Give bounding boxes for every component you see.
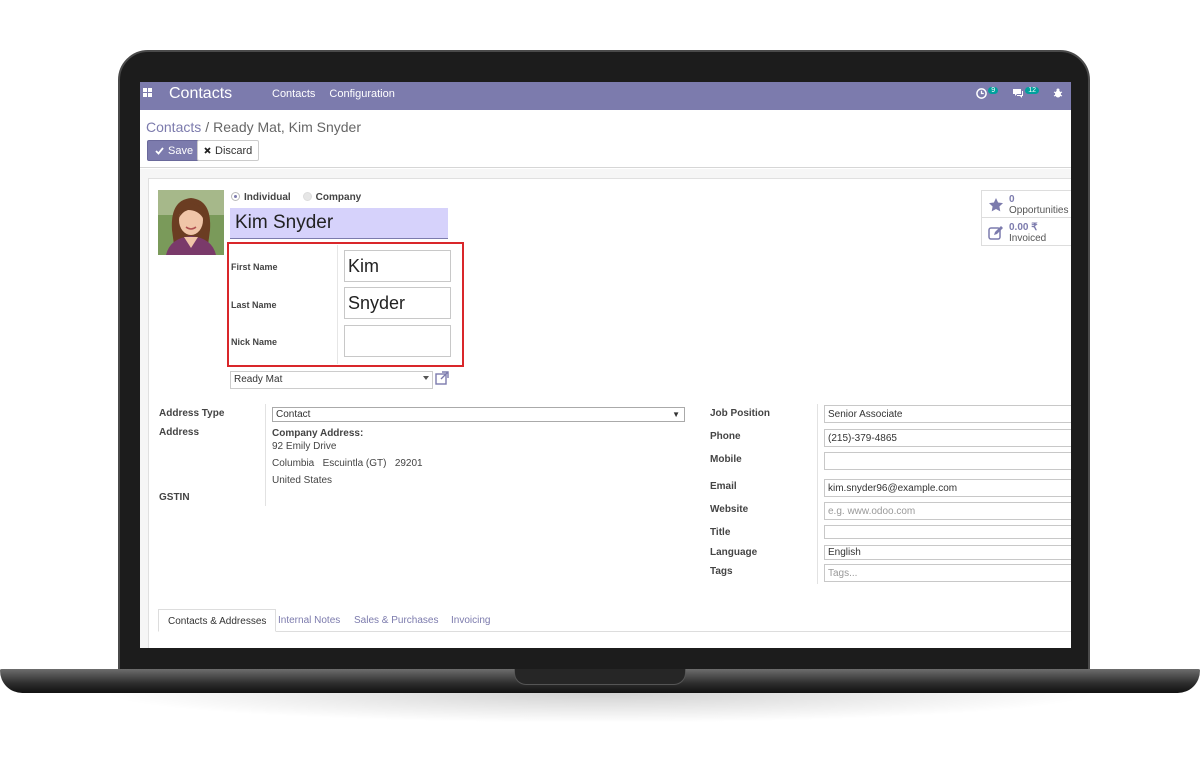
last-name-label: Last Name [231,300,277,310]
radio-individual-dot [231,192,240,201]
gstin-label: GSTIN [159,492,190,503]
star-icon [989,198,1003,212]
address-type-label: Address Type [159,408,225,419]
email-label: Email [710,481,737,492]
dropdown-triangle-icon: ▼ [672,410,680,419]
first-name-label: First Name [231,262,278,272]
laptop-shadow [100,693,1100,723]
email-input[interactable]: kim.snyder96@example.com [824,479,1071,497]
mobile-label: Mobile [710,454,742,465]
menu-item-contacts[interactable]: Contacts [272,88,315,100]
company-select-value: Ready Mat [234,374,283,385]
address-label: Address [159,427,200,438]
company-select[interactable]: Ready Mat [230,371,433,389]
tab-contacts-addresses[interactable]: Contacts & Addresses [158,609,277,632]
check-icon [155,146,164,155]
tab-invoicing[interactable]: Invoicing [442,609,499,632]
bug-icon [1053,88,1063,98]
tags-label: Tags [710,566,733,577]
company-type-radios: Individual Company [231,192,361,203]
job-position-input[interactable]: Senior Associate [824,405,1071,423]
clock-icon [976,88,988,99]
first-name-input[interactable]: Kim [344,250,451,282]
notebook-tabs: Contacts & Addresses Internal Notes Sale… [158,609,1071,632]
opportunities-label: Opportunities [1009,205,1069,216]
breadcrumb-separator: / [205,119,210,135]
smart-buttons: 0 Opportunities 0.00 ₹ Invoiced [981,190,1071,246]
apps-grid-icon[interactable] [143,88,153,98]
company-address-heading: Company Address: [272,428,364,439]
right-group-divider [817,404,818,584]
close-icon [204,147,211,154]
pencil-square-icon [988,226,1003,240]
mobile-input[interactable] [824,452,1071,470]
systray: 9 12 [976,87,1063,101]
laptop-notch [514,669,686,685]
radio-individual-label: Individual [244,192,291,203]
control-panel: Contacts / Ready Mat, Kim Snyder Save Disc… [140,110,1071,168]
discard-button-label: Discard [215,144,253,157]
activity-badge: 9 [988,87,999,94]
phone-input[interactable]: (215)-379-4865 [824,429,1071,447]
invoiced-button[interactable]: 0.00 ₹ Invoiced [982,219,1071,246]
display-name-field[interactable]: Kim Snyder [230,208,448,239]
job-position-label: Job Position [710,408,770,419]
activity-button[interactable]: 9 [976,87,999,101]
address-city-line: Columbia Escuintla (GT) 29201 [272,458,423,469]
save-button[interactable]: Save [147,140,202,161]
radio-company-label: Company [315,192,362,203]
discard-button[interactable]: Discard [197,140,260,161]
top-navbar: Contacts Contacts Configuration 9 12 [140,82,1071,110]
address-type-value: Contact [276,409,311,420]
language-select[interactable]: English [824,545,1071,560]
nick-name-label: Nick Name [231,337,278,347]
debug-button[interactable] [1053,87,1063,101]
save-button-label: Save [168,144,194,157]
opportunities-count: 0 [1009,194,1015,205]
tags-input[interactable]: Tags... [824,564,1071,582]
breadcrumb-current: Ready Mat, Kim Snyder [213,119,361,135]
messages-button[interactable]: 12 [1012,87,1039,101]
external-link-icon[interactable] [435,371,449,385]
avatar-photo [158,190,224,255]
main-menu: Contacts Configuration [272,88,395,100]
tab-internal-notes[interactable]: Internal Notes [269,609,349,632]
language-label: Language [710,547,758,558]
contact-avatar[interactable] [158,190,224,255]
website-label: Website [710,504,749,515]
address-type-select[interactable]: Contact ▼ [272,407,685,422]
breadcrumb: Contacts / Ready Mat, Kim Snyder [146,119,361,135]
chevron-down-icon [423,376,429,380]
address-street: 92 Emily Drive [272,441,337,452]
nick-name-input[interactable] [344,325,451,357]
title-label: Title [710,527,731,538]
phone-label: Phone [710,431,741,442]
radio-company-dot [302,192,312,201]
form-sheet: Individual Company Kim Snyder First Name… [148,178,1071,648]
address-country: United States [272,475,333,486]
breadcrumb-contacts-link[interactable]: Contacts [146,119,201,135]
radio-individual[interactable]: Individual [231,192,291,203]
chat-icon [1013,89,1024,98]
radio-company[interactable]: Company [302,192,362,203]
screen: Contacts Contacts Configuration 9 12 Con… [140,82,1071,648]
app-brand[interactable]: Contacts [169,85,232,103]
left-group-divider [265,404,266,506]
invoiced-label: Invoiced [1009,233,1047,244]
messages-badge: 12 [1025,87,1039,94]
invoiced-amount: 0.00 ₹ [1009,222,1038,233]
last-name-input[interactable]: Snyder [344,287,451,319]
website-input[interactable]: e.g. www.odoo.com [824,502,1071,520]
menu-item-configuration[interactable]: Configuration [329,88,394,100]
name-fields-divider [337,245,338,364]
opportunities-button[interactable]: 0 Opportunities [982,191,1071,218]
title-select[interactable] [824,525,1071,539]
tab-sales-purchases[interactable]: Sales & Purchases [345,609,448,632]
